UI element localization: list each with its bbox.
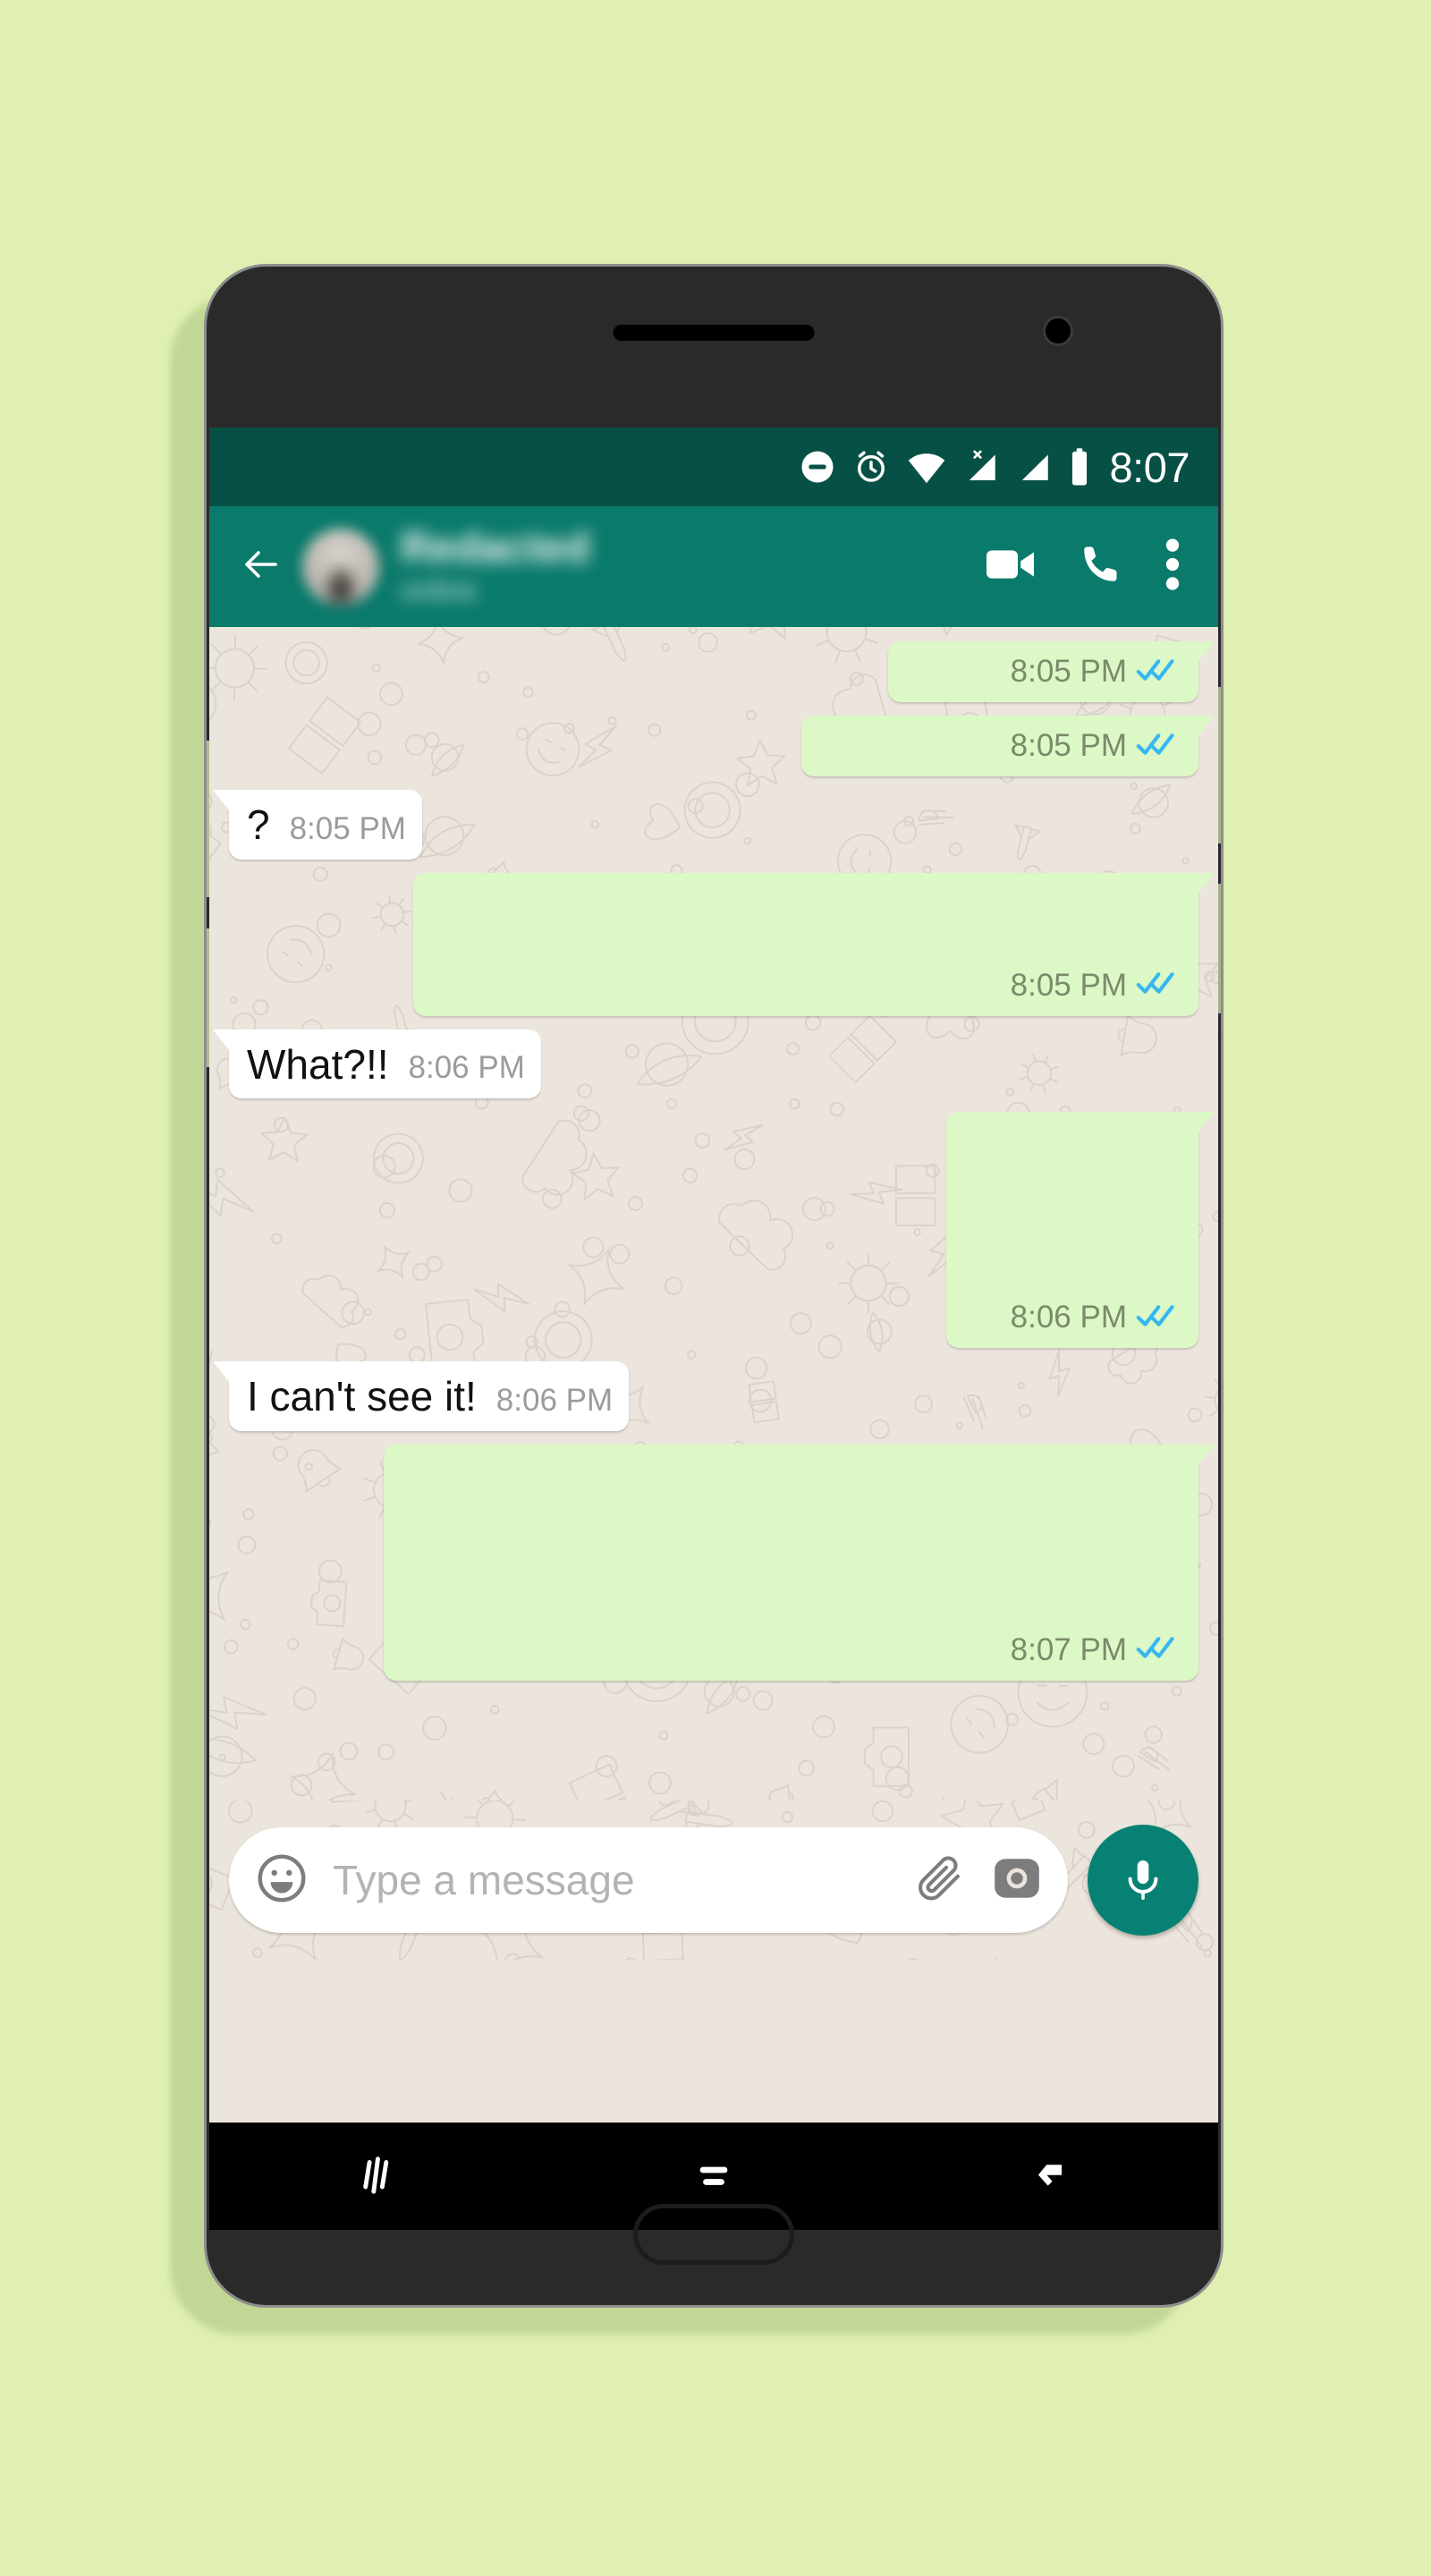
read-receipt-double-check-icon: [1136, 1632, 1182, 1667]
message-row[interactable]: 8:06 PM: [229, 1112, 1215, 1349]
paperclip-icon[interactable]: [914, 1852, 966, 1909]
read-receipt-double-check-icon: [1136, 1301, 1182, 1335]
contact-name: Redacted: [401, 523, 590, 572]
phone-frame: 8:07 Redacted online 8:05 PM 8:05 PM ? 8…: [204, 264, 1224, 2308]
message-text: What?!!: [247, 1040, 389, 1088]
wifi-icon: [906, 448, 947, 486]
overflow-menu-icon[interactable]: [1143, 535, 1193, 598]
recents-button[interactable]: [299, 2135, 456, 2218]
status-bar-clock: 8:07: [1109, 443, 1190, 491]
voice-record-button[interactable]: [1088, 1825, 1198, 1936]
message-row[interactable]: 8:05 PM: [229, 641, 1215, 702]
message-meta: 8:06 PM: [409, 1050, 525, 1088]
smiley-icon[interactable]: [254, 1851, 309, 1911]
message-timestamp: 8:07 PM: [1010, 1631, 1127, 1667]
message-meta: 8:06 PM: [1011, 1300, 1182, 1337]
message-meta: 8:07 PM: [1011, 1632, 1182, 1670]
contact-info[interactable]: Redacted online: [401, 525, 966, 608]
battery-icon: [1068, 447, 1091, 487]
message-meta: 8:05 PM: [290, 811, 406, 849]
message-input-bar: [209, 1801, 1218, 1960]
contact-avatar[interactable]: [302, 528, 379, 606]
message-timestamp: 8:05 PM: [289, 810, 406, 846]
message-meta: 8:06 PM: [496, 1383, 613, 1420]
alarm-icon: [851, 447, 891, 487]
message-text: ?: [247, 801, 270, 848]
chat-message-list[interactable]: 8:05 PM 8:05 PM? 8:05 PM 8:05 PM What?!! 8:06…: [209, 627, 1218, 1801]
front-camera-icon: [1043, 316, 1073, 346]
phone-screen: 8:07 Redacted online 8:05 PM 8:05 PM ? 8…: [209, 428, 1218, 2123]
outgoing-message-bubble[interactable]: 8:05 PM: [800, 716, 1215, 776]
incoming-message-bubble[interactable]: ? 8:05 PM: [213, 790, 422, 860]
compose-pill[interactable]: [229, 1827, 1068, 1933]
message-meta: 8:05 PM: [1011, 728, 1182, 766]
message-text: I can't see it!: [247, 1373, 477, 1420]
outgoing-message-bubble[interactable]: 8:05 PM: [888, 641, 1215, 702]
camera-icon[interactable]: [989, 1851, 1045, 1911]
back-button[interactable]: [971, 2135, 1129, 2218]
message-timestamp: 8:05 PM: [1010, 654, 1127, 689]
status-bar: 8:07: [209, 428, 1218, 506]
message-input[interactable]: [333, 1856, 914, 1904]
back-arrow-icon[interactable]: [231, 543, 292, 590]
message-timestamp: 8:06 PM: [1010, 1300, 1127, 1335]
message-row[interactable]: I can't see it! 8:06 PM: [212, 1361, 1198, 1431]
incoming-message-bubble[interactable]: I can't see it! 8:06 PM: [212, 1361, 630, 1431]
signal-muted-icon: [962, 448, 1000, 486]
message-row[interactable]: ? 8:05 PM: [213, 790, 1198, 860]
earpiece-speaker: [613, 325, 815, 341]
outgoing-message-bubble[interactable]: 8:06 PM: [946, 1112, 1215, 1349]
do-not-disturb-icon: [799, 448, 836, 486]
read-receipt-double-check-icon: [1136, 729, 1182, 764]
read-receipt-double-check-icon: [1136, 968, 1182, 1003]
message-row[interactable]: 8:05 PM: [229, 872, 1215, 1016]
message-timestamp: 8:05 PM: [1010, 728, 1127, 763]
signal-icon: [1015, 448, 1053, 486]
message-meta: 8:05 PM: [1011, 968, 1182, 1005]
message-row[interactable]: 8:07 PM: [229, 1444, 1215, 1681]
message-row[interactable]: What?!! 8:06 PM: [213, 1029, 1198, 1099]
incoming-message-bubble[interactable]: What?!! 8:06 PM: [213, 1029, 541, 1099]
physical-home-button[interactable]: [633, 2204, 794, 2265]
messages-container: 8:05 PM 8:05 PM? 8:05 PM 8:05 PM What?!! 8:06…: [212, 641, 1215, 1681]
chat-app-bar: Redacted online: [209, 506, 1218, 627]
contact-presence-status: online: [401, 574, 478, 607]
outgoing-message-bubble[interactable]: 8:05 PM: [412, 872, 1215, 1016]
message-meta: 8:05 PM: [1011, 654, 1182, 691]
message-timestamp: 8:06 PM: [495, 1382, 614, 1418]
read-receipt-double-check-icon: [1136, 655, 1182, 690]
video-call-icon[interactable]: [966, 545, 1059, 589]
message-row[interactable]: 8:05 PM: [229, 716, 1215, 776]
message-timestamp: 8:05 PM: [1010, 967, 1127, 1003]
message-timestamp: 8:06 PM: [408, 1050, 525, 1086]
outgoing-message-bubble[interactable]: 8:07 PM: [384, 1444, 1215, 1681]
voice-call-icon[interactable]: [1059, 542, 1143, 591]
